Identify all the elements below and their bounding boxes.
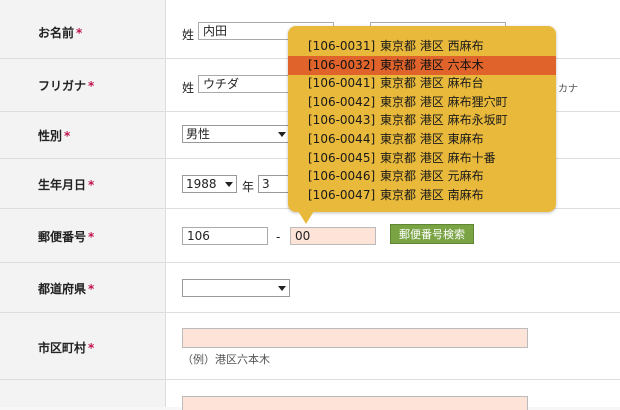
chevron-down-icon <box>225 182 233 187</box>
postal-label-cell: 郵便番号 * <box>0 209 166 262</box>
suggestion-code: [106-0032] <box>308 57 376 72</box>
suggestion-item[interactable]: [106-0045] 東京都 港区 麻布十番 <box>288 149 556 168</box>
postal-search-button[interactable]: 郵便番号検索 <box>390 224 474 244</box>
birth-year-value: 1988 <box>186 177 217 191</box>
postal-first-input[interactable]: 106 <box>182 227 268 245</box>
chevron-down-icon <box>278 286 286 291</box>
suggestion-address: 東京都 港区 麻布狸穴町 <box>380 94 508 109</box>
suggestion-address: 東京都 港区 麻布永坂町 <box>380 113 508 128</box>
suggestion-address: 東京都 港区 南麻布 <box>380 187 484 202</box>
prefecture-label: 都道府県 * <box>38 282 95 296</box>
address-label-cell <box>0 380 166 407</box>
suggestion-address: 東京都 港区 元麻布 <box>380 169 484 184</box>
kana-suffix: カナ <box>558 84 578 95</box>
suggestion-item[interactable]: [106-0043] 東京都 港区 麻布永坂町 <box>288 111 556 130</box>
popup-tail <box>298 211 314 224</box>
suggestion-item[interactable]: [106-0042] 東京都 港区 麻布狸穴町 <box>288 93 556 112</box>
gender-select[interactable]: 男性 <box>182 125 290 143</box>
birth-month-select[interactable]: 3 <box>258 175 292 193</box>
birthday-label: 生年月日 * <box>38 178 95 192</box>
sei-prefix: 姓 <box>182 28 195 42</box>
city-input[interactable] <box>182 328 528 348</box>
furigana-label: フリガナ * <box>38 79 95 93</box>
suggestion-address: 東京都 港区 西麻布 <box>380 39 484 53</box>
birthday-label-cell: 生年月日 * <box>0 159 166 208</box>
suggestion-code: [106-0046] <box>308 169 376 184</box>
suggestion-code: [106-0047] <box>308 187 376 202</box>
city-row: 市区町村 * （例）港区六本木 <box>0 313 620 380</box>
gender-label-cell: 性別 * <box>0 112 166 158</box>
suggestion-address: 東京都 港区 麻布台 <box>380 76 484 91</box>
suggestion-code: [106-0043] <box>308 113 376 128</box>
suggestion-code: [106-0042] <box>308 94 376 109</box>
suggestion-item[interactable]: [106-0032] 東京都 港区 六本木 <box>288 55 556 75</box>
suggestion-item[interactable]: [106-0031] 東京都 港区 西麻布 <box>288 37 556 56</box>
suggestion-code: [106-0031] <box>308 39 376 53</box>
postal-dash: - <box>276 230 281 244</box>
postal-suggestion-popup: [106-0031] 東京都 港区 西麻布 [106-0032] 東京都 港区 六本木… <box>288 26 556 224</box>
suggestion-code: [106-0041] <box>308 76 376 91</box>
suggestion-code: [106-0044] <box>308 132 376 146</box>
gender-value: 男性 <box>186 127 211 141</box>
suggestion-address: 東京都 港区 麻布十番 <box>380 150 496 165</box>
postal-label: 郵便番号 * <box>38 230 95 244</box>
furigana-label-cell: フリガナ * <box>0 59 166 111</box>
suggestion-address: 東京都 港区 東麻布 <box>380 132 484 146</box>
year-unit: 年 <box>242 180 255 194</box>
furigana-sei-prefix: 姓 <box>182 81 195 95</box>
city-label-cell: 市区町村 * <box>0 313 166 379</box>
suggestion-item[interactable]: [106-0044] 東京都 港区 東麻布 <box>288 130 556 149</box>
city-label: 市区町村 * <box>38 341 95 355</box>
birth-month-value: 3 <box>262 177 270 191</box>
city-hint: （例）港区六本木 <box>182 353 270 366</box>
suggestion-item[interactable]: [106-0047] 東京都 港区 南麻布 <box>288 186 556 205</box>
chevron-down-icon <box>278 132 286 137</box>
address-input[interactable] <box>182 396 528 410</box>
birth-year-select[interactable]: 1988 <box>182 175 237 193</box>
suggestion-item[interactable]: [106-0046] 東京都 港区 元麻布 <box>288 167 556 186</box>
suggestion-code: [106-0045] <box>308 150 376 165</box>
prefecture-row: 都道府県 * <box>0 263 620 313</box>
postal-second-input[interactable]: 00 <box>290 227 376 245</box>
prefecture-select[interactable] <box>182 279 290 297</box>
address-row <box>0 380 620 410</box>
name-label-cell: お名前 * <box>0 0 166 58</box>
gender-label: 性別 * <box>38 129 71 143</box>
suggestion-address: 東京都 港区 六本木 <box>380 57 484 72</box>
suggestion-item[interactable]: [106-0041] 東京都 港区 麻布台 <box>288 74 556 93</box>
prefecture-label-cell: 都道府県 * <box>0 263 166 312</box>
name-label: お名前 * <box>38 26 83 40</box>
